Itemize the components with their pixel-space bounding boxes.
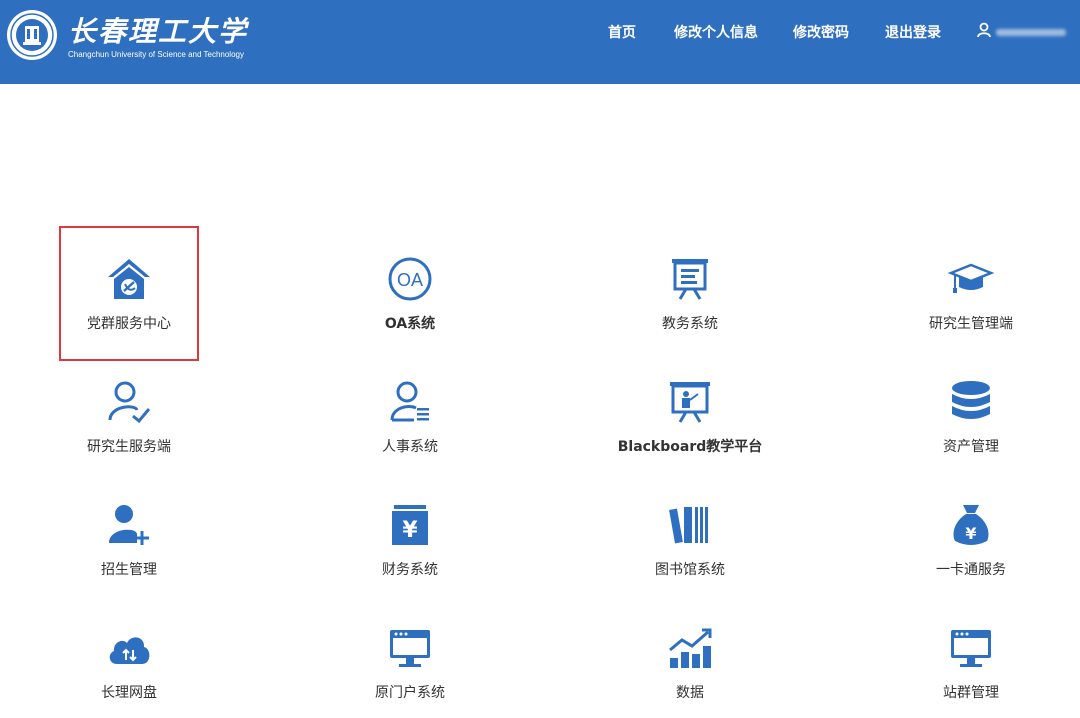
- app-tile-grad-service[interactable]: 研究生服务端: [29, 350, 229, 470]
- cloud-icon: [109, 637, 150, 664]
- app-label: 招生管理: [101, 562, 157, 578]
- app-label: 资产管理: [943, 439, 999, 455]
- app-tile-card-service[interactable]: ¥ 一卡通服务: [871, 473, 1071, 593]
- academic-board-icon: [672, 259, 708, 300]
- app-label: 原门户系统: [375, 685, 445, 701]
- app-tile-assets[interactable]: 资产管理: [871, 350, 1071, 470]
- app-label: 党群服务中心: [87, 316, 171, 332]
- monitor-icon: [390, 630, 430, 667]
- database-icon: [952, 381, 990, 419]
- user-name-blurred: [996, 29, 1066, 36]
- books-icon: [669, 507, 708, 544]
- growth-chart-icon: [669, 628, 712, 668]
- app-tile-data[interactable]: 数据: [590, 596, 790, 716]
- app-tile-academic[interactable]: 教务系统: [590, 227, 790, 347]
- money-bag-icon: ¥: [953, 505, 989, 545]
- nav-change-password[interactable]: 修改密码: [793, 22, 849, 42]
- app-tile-oa[interactable]: OA OA系统: [310, 227, 510, 347]
- app-tile-library[interactable]: 图书馆系统: [590, 473, 790, 593]
- top-header: 长春理工大学 Changchun University of Science a…: [0, 0, 1080, 84]
- app-label: 长理网盘: [101, 685, 157, 701]
- app-label: 财务系统: [382, 562, 438, 578]
- nav-edit-profile[interactable]: 修改个人信息: [674, 22, 758, 42]
- user-check-icon: [108, 381, 151, 424]
- app-label: 站群管理: [943, 685, 999, 701]
- party-house-icon: [108, 259, 150, 299]
- top-nav: 首页 修改个人信息 修改密码 退出登录: [0, 0, 1080, 62]
- svg-text:¥: ¥: [402, 518, 418, 543]
- app-tile-admission[interactable]: 招生管理: [29, 473, 229, 593]
- nav-home[interactable]: 首页: [608, 22, 636, 42]
- app-tile-cloud-disk[interactable]: 长理网盘: [29, 596, 229, 716]
- graduation-cap-icon: [947, 263, 995, 293]
- user-add-icon: [109, 505, 149, 545]
- app-tile-finance[interactable]: ¥ 财务系统: [310, 473, 510, 593]
- nav-logout[interactable]: 退出登录: [885, 22, 941, 42]
- app-label: 数据: [676, 685, 704, 701]
- oa-circle-icon: OA: [388, 257, 432, 301]
- app-label: 研究生管理端: [929, 316, 1013, 332]
- yuan-box-icon: ¥: [392, 505, 428, 545]
- app-label: OA系统: [384, 316, 436, 332]
- app-tile-party-service[interactable]: 党群服务中心: [29, 227, 229, 347]
- app-label: 一卡通服务: [936, 562, 1006, 578]
- monitor-icon: [951, 630, 991, 667]
- app-tile-grad-admin[interactable]: 研究生管理端: [871, 227, 1071, 347]
- app-tile-blackboard[interactable]: Blackboard教学平台: [590, 350, 790, 470]
- app-label: Blackboard教学平台: [617, 439, 763, 455]
- app-label: 人事系统: [382, 439, 438, 455]
- app-label: 研究生服务端: [87, 439, 171, 455]
- svg-text:¥: ¥: [965, 524, 976, 543]
- app-tile-old-portal[interactable]: 原门户系统: [310, 596, 510, 716]
- app-label: 图书馆系统: [655, 562, 725, 578]
- app-label: 教务系统: [662, 316, 718, 332]
- svg-text:OA: OA: [397, 270, 423, 290]
- app-tile-hr[interactable]: 人事系统: [310, 350, 510, 470]
- user-list-icon: [390, 381, 429, 422]
- app-tile-site-group[interactable]: 站群管理: [871, 596, 1071, 716]
- user-icon[interactable]: [976, 22, 992, 38]
- presentation-board-icon: [670, 382, 710, 423]
